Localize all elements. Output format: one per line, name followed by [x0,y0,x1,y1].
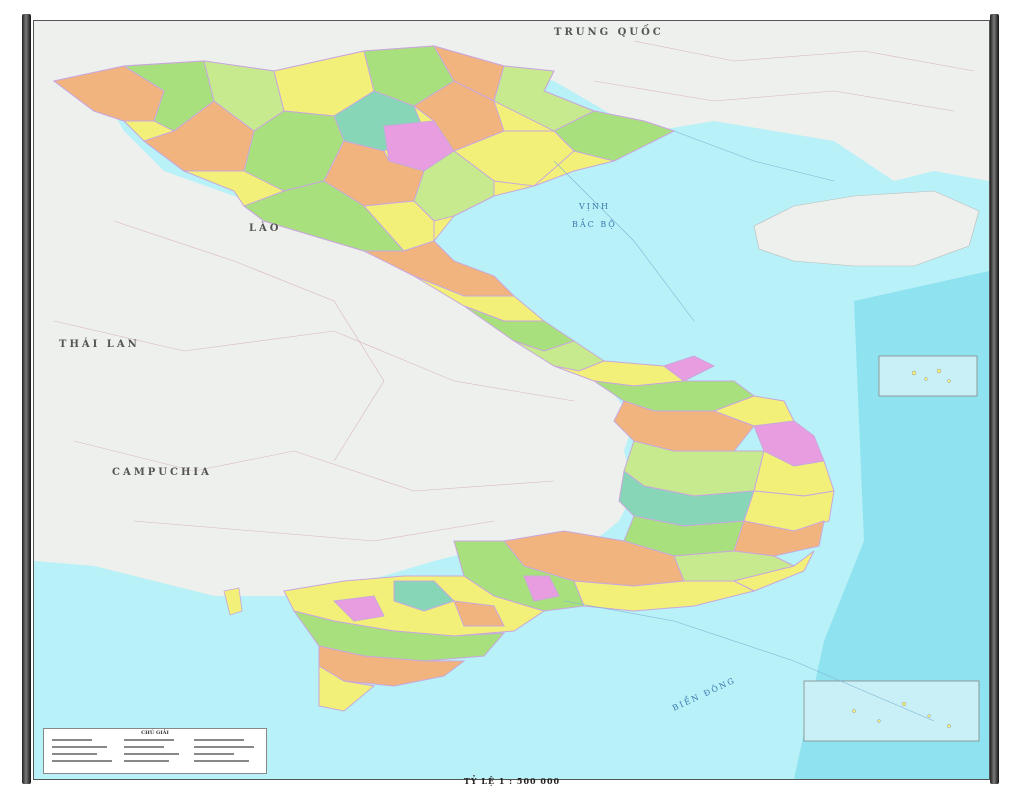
legend-row [194,739,244,741]
truong-sa-inset [803,680,980,742]
map-frame: TRUNG QUỐC LÀO THÁI LAN CAMPUCHIA VỊNH B… [33,20,990,780]
legend-row [194,746,254,748]
vietnam-map: TRUNG QUỐC LÀO THÁI LAN CAMPUCHIA VỊNH B… [34,21,989,779]
map-hanger-rod-left [22,14,31,784]
legend-row [52,746,107,748]
gulf-of-tonkin-label-line2: BẮC BỘ [572,219,617,229]
legend-row [124,753,179,755]
cambodia-label: CAMPUCHIA [112,467,212,478]
legend-row [124,746,164,748]
legend-row [52,739,92,741]
legend-row [52,753,97,755]
map-scale-text: TỶ LỆ 1 : 500 000 [463,776,561,786]
china-label: TRUNG QUỐC [554,25,664,38]
laos-label: LÀO [249,222,282,234]
thailand-label: THÁI LAN [59,338,140,350]
gulf-of-tonkin-label-line1: VỊNH [578,202,610,211]
legend-title: CHÚ GIẢI [141,730,169,736]
legend-row [124,760,169,762]
legend-row [52,760,112,762]
hoang-sa-inset [878,355,978,397]
map-legend: CHÚ GIẢI [43,728,267,774]
map-hanger-rod-right [990,14,999,784]
legend-row [194,753,234,755]
legend-row [194,760,249,762]
legend-row [124,739,174,741]
